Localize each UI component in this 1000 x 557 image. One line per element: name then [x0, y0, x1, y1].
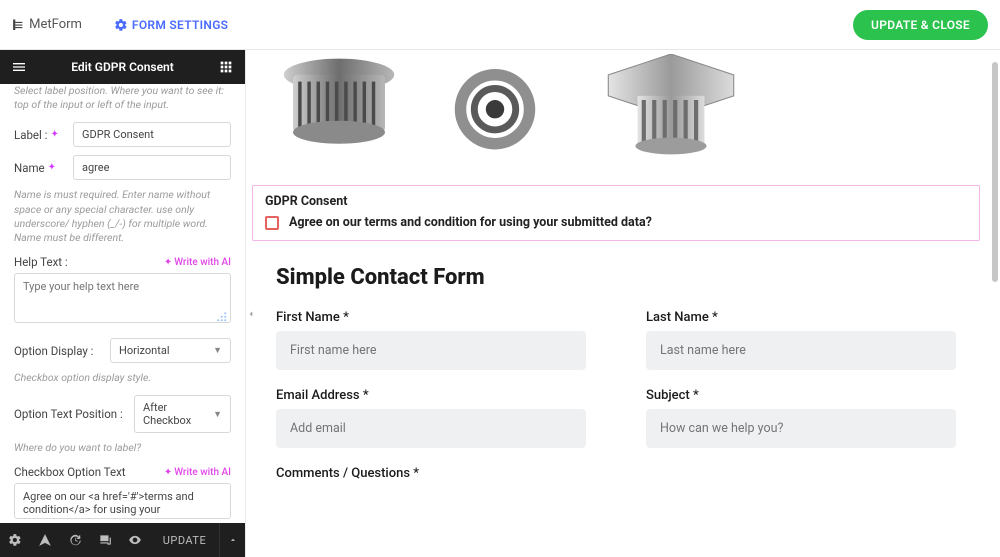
hamburger-icon[interactable] — [10, 58, 28, 76]
label-row: Label : ✦ — [14, 122, 231, 147]
update-and-close-button[interactable]: UPDATE & CLOSE — [853, 10, 988, 40]
form-settings-label: FORM SETTINGS — [132, 18, 228, 32]
option-display-help: Checkbox option display style. — [14, 371, 231, 385]
first-name-label: First Name * — [276, 310, 586, 325]
gear-icon — [114, 18, 128, 32]
option-textpos-value: After Checkbox — [143, 401, 213, 427]
write-with-ai-button[interactable]: ✦ Write with AI — [164, 257, 231, 268]
option-display-value: Horizontal — [119, 344, 170, 357]
grid-icon[interactable] — [217, 58, 235, 76]
helptext-textarea-wrap — [14, 273, 231, 326]
canvas-scrollbar-track — [990, 56, 1000, 551]
name-field-label: Name ✦ — [14, 161, 73, 175]
option-textpos-row: Option Text Position : After Checkbox ▼ — [14, 395, 231, 433]
name-row: Name ✦ — [14, 155, 231, 180]
first-name-input[interactable] — [276, 331, 586, 370]
gdpr-checkbox[interactable] — [265, 216, 279, 230]
gdpr-option-text: Agree on our terms and condition for usi… — [289, 215, 652, 230]
editor-canvas[interactable]: GDPR Consent Agree on our terms and cond… — [246, 50, 1000, 557]
update-options-caret[interactable] — [219, 523, 245, 557]
subject-label: Subject * — [646, 388, 956, 403]
email-label: Email Address * — [276, 388, 586, 403]
position-help-text: Select label position. Where you want to… — [14, 84, 231, 112]
name-input[interactable] — [73, 155, 231, 180]
last-name-label: Last Name * — [646, 310, 956, 325]
sidebar-header: Edit GDPR Consent — [0, 50, 245, 84]
option-display-row: Option Display : Horizontal ▼ — [14, 338, 231, 363]
first-name-field: First Name * — [276, 310, 586, 370]
contact-form-section: Simple Contact Form First Name * Last Na… — [252, 265, 986, 481]
responsive-icon[interactable] — [90, 523, 120, 557]
product-image — [264, 54, 414, 169]
last-name-field: Last Name * — [646, 310, 956, 370]
contact-form-grid: First Name * Last Name * Email Address *… — [276, 310, 956, 481]
product-image — [576, 54, 766, 169]
preview-icon[interactable] — [120, 523, 150, 557]
navigator-icon[interactable] — [30, 523, 60, 557]
label-input[interactable] — [73, 122, 231, 147]
option-textpos-help: Where do you want to label? — [14, 441, 231, 455]
checkbox-option-label-row: Checkbox Option Text ✦ Write with AI — [14, 465, 231, 479]
subject-input[interactable] — [646, 409, 956, 448]
sidebar-title: Edit GDPR Consent — [28, 60, 217, 74]
canvas-scrollbar-thumb[interactable] — [992, 62, 998, 282]
helptext-textarea[interactable] — [14, 273, 231, 323]
subject-field: Subject * — [646, 388, 956, 448]
history-icon[interactable] — [60, 523, 90, 557]
gdpr-consent-widget[interactable]: GDPR Consent Agree on our terms and cond… — [252, 185, 980, 241]
contact-form-heading: Simple Contact Form — [276, 265, 980, 290]
product-image — [420, 54, 570, 169]
ai-spark-icon[interactable]: ✦ — [48, 162, 56, 173]
settings-icon[interactable] — [0, 523, 30, 557]
write-with-ai-button[interactable]: ✦ Write with AI — [164, 467, 231, 478]
main-area: Edit GDPR Consent Select label position.… — [0, 50, 1000, 557]
option-textpos-select[interactable]: After Checkbox ▼ — [134, 395, 231, 433]
product-images-row — [252, 54, 986, 169]
gdpr-option-row: Agree on our terms and condition for usi… — [265, 215, 967, 230]
option-display-label: Option Display : — [14, 344, 110, 358]
sidebar-panel: Edit GDPR Consent Select label position.… — [0, 50, 246, 557]
form-settings-button[interactable]: FORM SETTINGS — [114, 18, 228, 32]
last-name-input[interactable] — [646, 331, 956, 370]
checkbox-option-textarea[interactable]: Agree on our <a href='#'>terms and condi… — [14, 483, 231, 519]
gdpr-widget-title: GDPR Consent — [265, 194, 967, 209]
email-input[interactable] — [276, 409, 586, 448]
name-help-text: Name is must required. Enter name withou… — [14, 188, 231, 245]
sidebar-body: Select label position. Where you want to… — [0, 84, 245, 523]
option-display-select[interactable]: Horizontal ▼ — [110, 338, 231, 363]
label-field-label: Label : ✦ — [14, 128, 73, 142]
top-bar: MetForm FORM SETTINGS UPDATE & CLOSE — [0, 0, 1000, 50]
email-field: Email Address * — [276, 388, 586, 448]
option-textpos-label: Option Text Position : — [14, 407, 134, 421]
sidebar-footer: UPDATE — [0, 523, 245, 557]
helptext-label: Help Text : — [14, 255, 68, 269]
comments-label: Comments / Questions * — [276, 466, 956, 481]
helptext-label-row: Help Text : ✦ Write with AI — [14, 255, 231, 269]
comments-field: Comments / Questions * — [276, 466, 956, 481]
chevron-down-icon: ▼ — [213, 345, 222, 356]
canvas-wrap: GDPR Consent Agree on our terms and cond… — [246, 50, 1000, 557]
chevron-down-icon: ▼ — [213, 409, 222, 420]
ai-spark-icon[interactable]: ✦ — [50, 129, 58, 140]
update-button[interactable]: UPDATE — [150, 534, 219, 547]
checkbox-option-label: Checkbox Option Text — [14, 465, 126, 479]
brand-name: MetForm — [29, 17, 82, 32]
resize-handle-icon[interactable] — [213, 308, 227, 322]
topbar-left: MetForm FORM SETTINGS — [12, 16, 228, 34]
elementor-logo-icon[interactable] — [12, 16, 21, 34]
